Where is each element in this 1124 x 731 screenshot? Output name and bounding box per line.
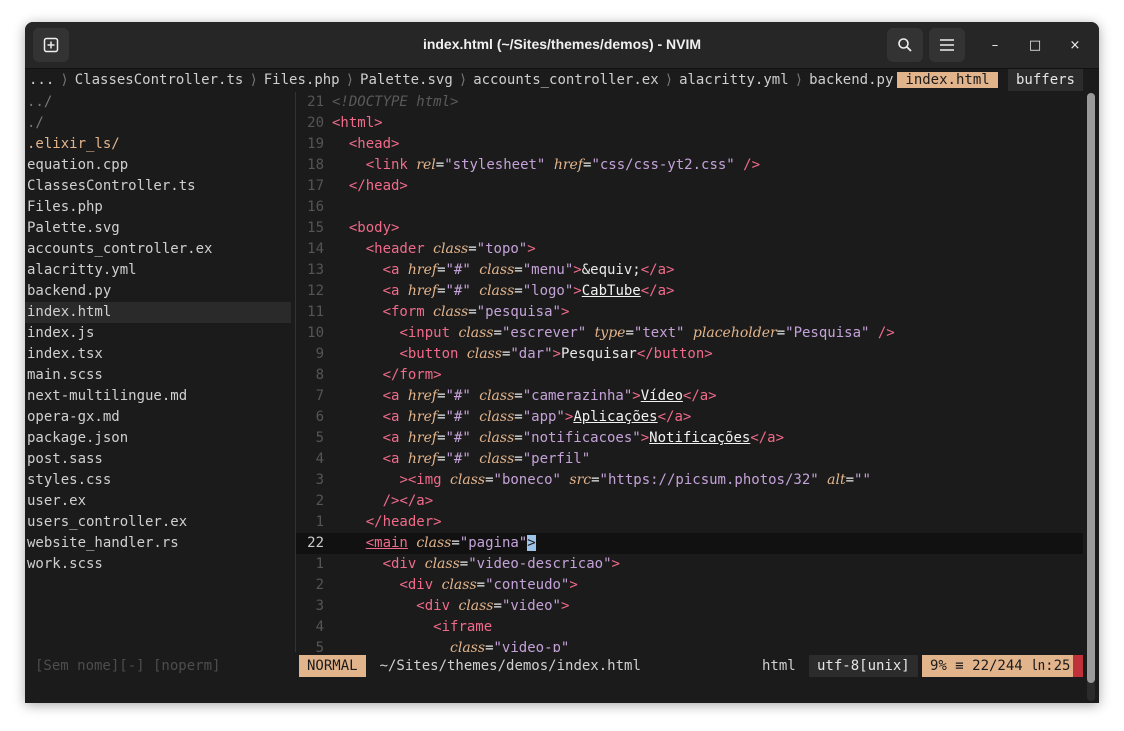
tree-item[interactable]: next-multilingue.md — [25, 386, 291, 407]
status-end-cap — [1073, 655, 1083, 677]
tree-item[interactable]: website_handler.rs — [25, 533, 291, 554]
tree-item[interactable]: ./ — [25, 113, 291, 134]
file-path: ~/Sites/themes/demos/index.html — [379, 658, 641, 674]
code-line: 2 <div class="conteudo"> — [315, 577, 578, 593]
scrollbar[interactable] — [1087, 93, 1095, 701]
tree-item[interactable]: opera-gx.md — [25, 407, 291, 428]
tree-item[interactable]: main.scss — [25, 365, 291, 386]
code-line: 4 <a href="#" class="perfil" — [315, 451, 591, 467]
filetype: html — [762, 658, 796, 674]
tab-separator: ⟩ — [249, 72, 258, 88]
tab-palette-svg[interactable]: Palette.svg — [356, 72, 457, 88]
mode-indicator: NORMAL — [299, 655, 366, 677]
title-bar: index.html (~/Sites/themes/demos) - NVIM… — [25, 22, 1099, 69]
tab-separator: ⟩ — [60, 72, 69, 88]
code-line: 18 <link rel="stylesheet" href="css/css-… — [307, 157, 761, 173]
tree-item[interactable]: Files.php — [25, 197, 291, 218]
tree-item[interactable]: index.tsx — [25, 344, 291, 365]
code-line: 5 <a href="#" class="notificacoes">Notif… — [315, 430, 785, 446]
code-line: 21 <!DOCTYPE html> — [307, 94, 459, 110]
code-line: 1 <div class="video-descricao"> — [315, 556, 620, 572]
tree-item[interactable]: accounts_controller.ex — [25, 239, 291, 260]
tree-item[interactable]: equation.cpp — [25, 155, 291, 176]
minimize-button[interactable]: – — [984, 34, 1006, 56]
tab-files-php[interactable]: Files.php — [260, 72, 344, 88]
cursor-position: 9% ≡ 22/244 ㏑:25 — [922, 655, 1079, 677]
tab-alacritty-yml[interactable]: alacritty.yml — [675, 72, 793, 88]
tab-accounts-controller[interactable]: accounts_controller.ex — [469, 72, 662, 88]
tree-item[interactable]: styles.css — [25, 470, 291, 491]
tree-item[interactable]: users_controller.ex — [25, 512, 291, 533]
code-line: 13 <a href="#" class="menu">&equiv;</a> — [307, 262, 675, 278]
tree-item[interactable]: package.json — [25, 428, 291, 449]
file-tree: ../ ./ .elixir_ls/ equation.cpp ClassesC… — [25, 92, 291, 652]
tree-item[interactable]: .elixir_ls/ — [25, 134, 291, 155]
code-line: 17 </head> — [307, 178, 408, 194]
code-line: 2 /></a> — [315, 493, 434, 509]
tab-separator: ⟩ — [345, 72, 355, 88]
code-line: 19 <head> — [307, 136, 400, 152]
code-line: 15 <body> — [307, 220, 400, 236]
tab-separator: ⟩ — [458, 72, 468, 88]
tree-item[interactable]: alacritty.yml — [25, 260, 291, 281]
tree-item[interactable]: index.js — [25, 323, 291, 344]
code-line: 11 <form class="pesquisa"> — [307, 304, 570, 320]
tabline: ... ⟩ ClassesController.ts ⟩ Files.php ⟩… — [25, 69, 1083, 91]
code-line: 6 <a href="#" class="app">Aplicações</a> — [315, 409, 692, 425]
terminal-area: ... ⟩ ClassesController.ts ⟩ Files.php ⟩… — [25, 69, 1099, 703]
code-line: 20 <html> — [307, 115, 383, 131]
tab-separator: ⟩ — [794, 72, 804, 88]
encoding: utf-8[unix] — [809, 655, 918, 677]
search-icon[interactable] — [887, 28, 923, 62]
text-cursor: > — [527, 535, 536, 551]
scrollbar-thumb[interactable] — [1087, 93, 1095, 683]
tab-separator: ⟩ — [664, 72, 674, 88]
code-line: 16 — [307, 199, 324, 215]
code-line: 1 </header> — [315, 514, 442, 530]
buffers-label: buffers — [1007, 69, 1083, 91]
tree-item[interactable]: ClassesController.ts — [25, 176, 291, 197]
status-left: [Sem nome][-] [noperm] — [35, 658, 221, 674]
tree-item[interactable]: post.sass — [25, 449, 291, 470]
code-line: 14 <header class="topo"> — [307, 241, 536, 257]
code-line: 5 class="video-p" — [315, 640, 570, 652]
hamburger-menu-icon[interactable] — [929, 28, 965, 62]
tree-item[interactable]: ../ — [25, 92, 291, 113]
code-line: 10 <input class="escrever" type="text" p… — [307, 325, 895, 341]
tree-item[interactable]: user.ex — [25, 491, 291, 512]
code-line: 3 <div class="video"> — [315, 598, 570, 614]
code-line-current: 22 <main class="pagina"> — [296, 533, 1083, 554]
tab-classescontroller[interactable]: ClassesController.ts — [71, 72, 248, 88]
tree-item[interactable]: Palette.svg — [25, 218, 291, 239]
close-button[interactable]: × — [1064, 34, 1086, 56]
tree-item[interactable]: backend.py — [25, 281, 291, 302]
code-editor[interactable]: 21 <!DOCTYPE html> 20 <html> 19 <head> 18 … — [296, 92, 1083, 652]
code-line: 9 <button class="dar">Pesquisar</button> — [315, 346, 713, 362]
tree-item[interactable]: work.scss — [25, 554, 291, 575]
tab-prefix: ... — [29, 72, 55, 88]
code-line: 12 <a href="#" class="logo">CabTube</a> — [307, 283, 675, 299]
nvim-window: index.html (~/Sites/themes/demos) - NVIM… — [25, 22, 1099, 703]
tab-backend-py[interactable]: backend.py — [805, 72, 897, 88]
code-line: 7 <a href="#" class="camerazinha">Vídeo<… — [315, 388, 717, 404]
code-line: 4 <iframe — [315, 619, 493, 635]
tree-item-selected[interactable]: index.html — [25, 302, 291, 323]
code-line: 3 ><img class="boneco" src="https://pics… — [315, 472, 871, 488]
code-line: 8 </form> — [315, 367, 442, 383]
status-line: [Sem nome][-] [noperm] NORMAL ~/Sites/th… — [25, 655, 1083, 677]
maximize-button[interactable]: □ — [1024, 34, 1046, 56]
tab-index-html-active[interactable]: index.html — [897, 72, 998, 88]
